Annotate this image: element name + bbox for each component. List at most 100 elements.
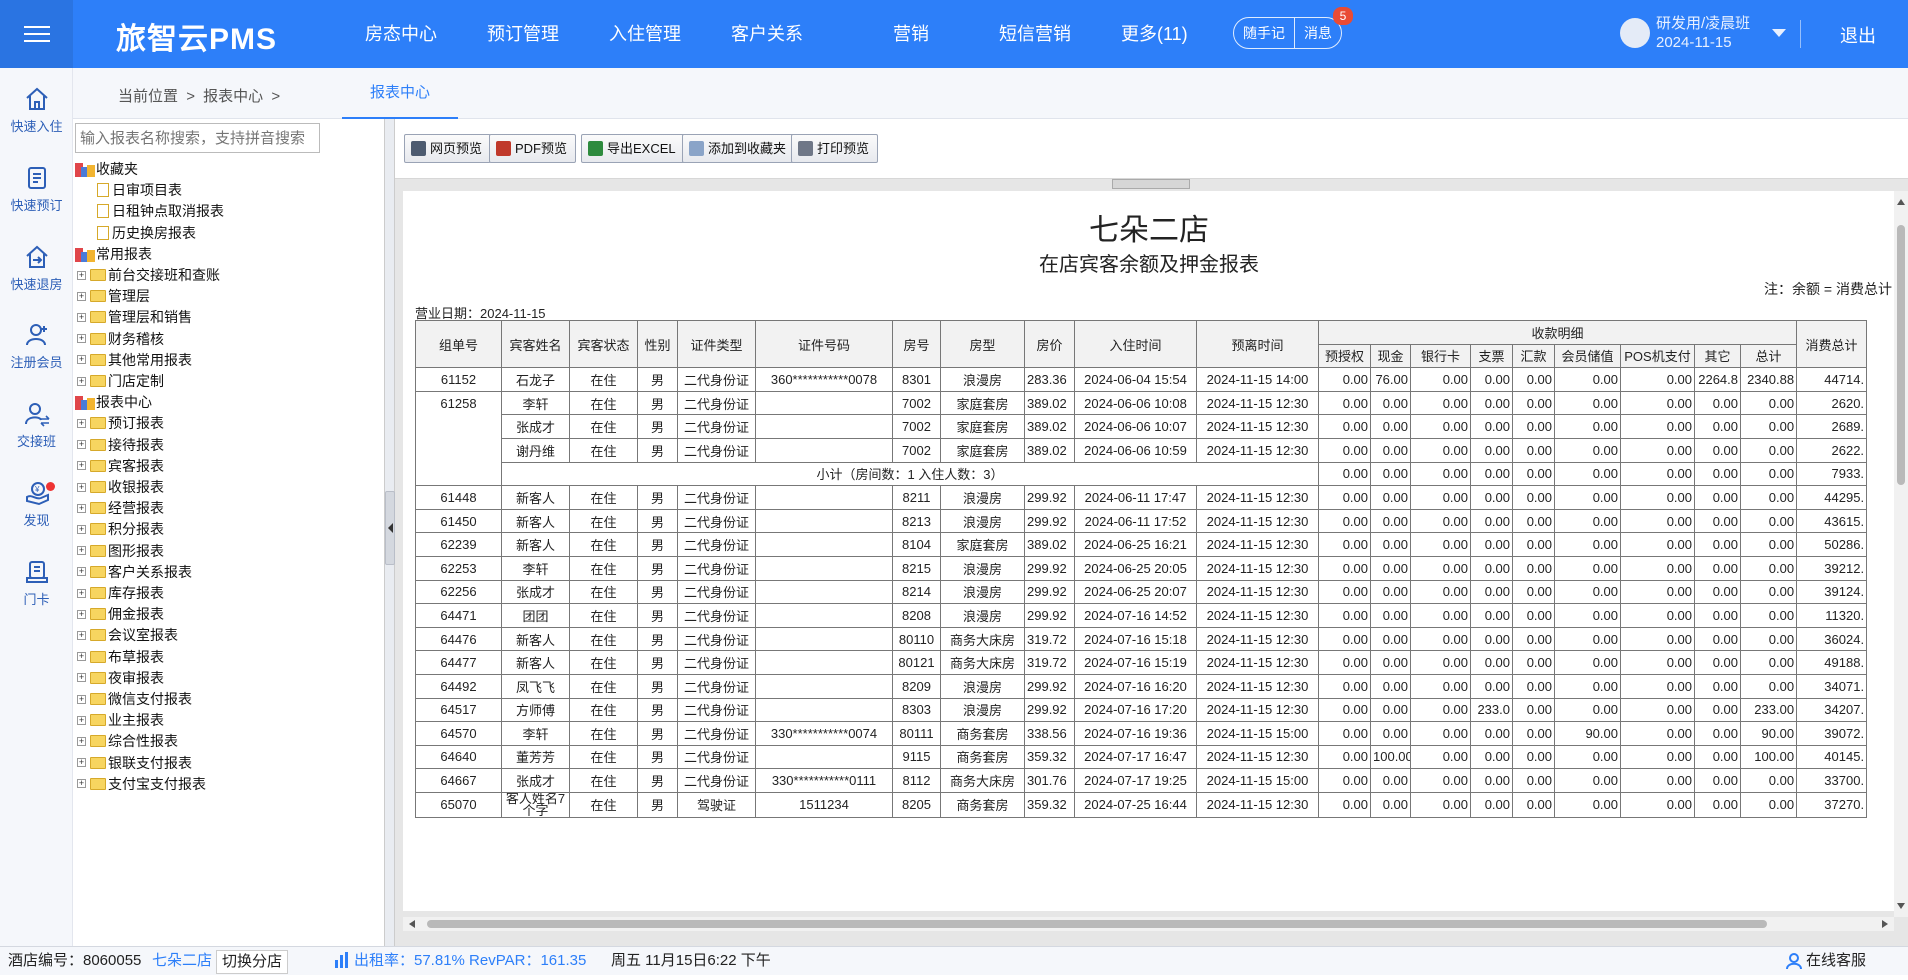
messages-button[interactable]: 消息 bbox=[1295, 18, 1341, 48]
expand-icon[interactable]: + bbox=[77, 376, 86, 386]
notes-button[interactable]: 随手记 bbox=[1234, 18, 1294, 48]
tree-item-folder[interactable]: + 管理层和销售 bbox=[77, 307, 192, 327]
tree-item-folder[interactable]: + 接待报表 bbox=[77, 435, 164, 455]
tree-item-folder[interactable]: + 积分报表 bbox=[77, 519, 164, 539]
tree-item-folder[interactable]: + 夜审报表 bbox=[77, 668, 164, 688]
expand-icon[interactable]: + bbox=[77, 418, 86, 428]
expand-icon[interactable]: + bbox=[77, 334, 86, 344]
collapse-panel-icon[interactable] bbox=[385, 491, 395, 565]
table-row[interactable]: 61448 新客人 在住男二代身份证 8211 浪漫房 299.92 2024-06-11 … bbox=[415, 485, 1868, 510]
tree-item-folder[interactable]: + 其他常用报表 bbox=[77, 350, 192, 370]
table-row[interactable]: 64517 方师傅 在住男二代身份证 8303 浪漫房 299.92 2024-07-16 … bbox=[415, 697, 1868, 723]
tree-item-folder[interactable]: + 库存报表 bbox=[77, 583, 164, 603]
expand-icon[interactable]: + bbox=[77, 482, 86, 492]
tree-item-folder[interactable]: + 银联支付报表 bbox=[77, 753, 192, 773]
shift-handover-button[interactable]: 交接班 bbox=[0, 401, 73, 450]
discover-button[interactable]: ¥ 发现 bbox=[0, 480, 73, 529]
panel-splitter[interactable] bbox=[385, 119, 395, 946]
table-row[interactable]: 61450 新客人 在住男二代身份证 8213 浪漫房 299.92 2024-06-11 … bbox=[415, 508, 1868, 534]
tree-item-report[interactable]: 日审项目表 bbox=[97, 180, 182, 200]
breadcrumb-item-reports[interactable]: 报表中心 bbox=[203, 88, 263, 105]
table-row[interactable]: 64640 董芳芳 在住男二代身份证 9115 商务套房 359.32 2024-07-17… bbox=[415, 744, 1868, 770]
quick-checkout-button[interactable]: 快速退房 bbox=[0, 244, 73, 293]
menu-toggle-icon[interactable] bbox=[0, 0, 73, 68]
add-to-favorites-button[interactable]: 添加到收藏夹 bbox=[682, 134, 796, 163]
column-header[interactable]: 预授权 bbox=[1318, 343, 1371, 369]
nav-checkin[interactable]: 入住管理 bbox=[584, 0, 706, 68]
nav-room-status[interactable]: 房态中心 bbox=[340, 0, 462, 68]
table-row[interactable]: 62253 李轩 在住男二代身份证 8215 浪漫房 299.92 2024-06-25 2… bbox=[415, 555, 1868, 581]
expand-icon[interactable]: + bbox=[77, 736, 86, 746]
column-header[interactable]: 性别 bbox=[637, 319, 678, 369]
collapse-toolbar-icon[interactable] bbox=[1112, 179, 1190, 189]
table-row[interactable]: 64570 李轩 在住男二代身份证 330***********0074 80111 商务… bbox=[415, 721, 1868, 746]
column-header[interactable]: 宾客姓名 bbox=[501, 319, 570, 369]
column-header[interactable]: 入住时间 bbox=[1074, 319, 1197, 369]
pdf-preview-button[interactable]: PDF预览 bbox=[489, 134, 577, 163]
table-row[interactable]: 61258 李轩 在住男二代身份证 7002 家庭套房 389.02 2024-06-06 … bbox=[415, 390, 1868, 487]
tree-item-folder[interactable]: + 预订报表 bbox=[77, 413, 164, 433]
web-preview-button[interactable]: 网页预览 bbox=[404, 134, 492, 163]
column-header[interactable]: 组单号 bbox=[415, 319, 502, 369]
tree-item-folder[interactable]: + 财务稽核 bbox=[77, 329, 164, 349]
expand-icon[interactable]: + bbox=[77, 503, 86, 513]
tab-report-center[interactable]: 报表中心 bbox=[342, 68, 458, 119]
nav-more[interactable]: 更多(11) bbox=[1096, 0, 1213, 68]
table-row[interactable]: 谢丹维 在住男二代身份证 7002 家庭套房 389.02 2024-06-06 10:5… bbox=[416, 437, 1868, 463]
column-header[interactable]: 汇款 bbox=[1512, 343, 1555, 369]
expand-icon[interactable]: + bbox=[77, 715, 86, 725]
column-header[interactable]: 现金 bbox=[1370, 343, 1411, 369]
expand-icon[interactable]: + bbox=[77, 355, 86, 365]
hotel-name[interactable]: 七朵二店 bbox=[152, 947, 212, 975]
expand-icon[interactable]: + bbox=[77, 291, 86, 301]
logout-button[interactable]: 退出 bbox=[1840, 22, 1876, 48]
nav-sms-marketing[interactable]: 短信营销 bbox=[974, 0, 1096, 68]
tree-root-common[interactable]: 常用报表 bbox=[75, 244, 152, 264]
nav-reservations[interactable]: 预订管理 bbox=[462, 0, 584, 68]
tree-item-folder[interactable]: + 佣金报表 bbox=[77, 604, 164, 624]
table-row[interactable]: 64476 新客人 在住男二代身份证 80110 商务大床房 319.72 2024-07-… bbox=[415, 626, 1868, 652]
expand-icon[interactable]: + bbox=[77, 567, 86, 577]
nav-customer-relations[interactable]: 客户关系 bbox=[706, 0, 848, 68]
nav-marketing[interactable]: 营销 bbox=[848, 0, 974, 68]
tree-item-folder[interactable]: + 收银报表 bbox=[77, 477, 164, 497]
print-preview-button[interactable]: 打印预览 bbox=[791, 134, 879, 163]
table-row[interactable]: 65070 客人姓名7个字 在住男驾驶证 1511234 8205 商务套房 359.32 2… bbox=[415, 791, 1868, 818]
expand-icon[interactable]: + bbox=[77, 609, 86, 619]
tree-item-folder[interactable]: + 综合性报表 bbox=[77, 731, 178, 751]
tree-item-folder[interactable]: + 门店定制 bbox=[77, 371, 164, 391]
tree-item-folder[interactable]: + 经营报表 bbox=[77, 498, 164, 518]
export-excel-button[interactable]: 导出EXCEL bbox=[581, 134, 685, 163]
tree-item-folder[interactable]: + 会议室报表 bbox=[77, 625, 178, 645]
column-header[interactable]: 消费总计 bbox=[1796, 319, 1868, 369]
column-header[interactable]: 房价 bbox=[1024, 319, 1075, 369]
chevron-down-icon[interactable] bbox=[1772, 29, 1787, 37]
column-header[interactable]: 支票 bbox=[1470, 343, 1513, 369]
expand-icon[interactable]: + bbox=[77, 524, 86, 534]
table-row[interactable]: 64492 凤飞飞 在住男二代身份证 8209 浪漫房 299.92 2024-07-16 … bbox=[415, 673, 1868, 699]
table-row[interactable]: 64477 新客人 在住男二代身份证 80121 商务大床房 319.72 2024-07-… bbox=[415, 650, 1868, 675]
table-row[interactable]: 61152 石龙子 在住男二代身份证 360***********0078 8301 浪漫… bbox=[415, 367, 1868, 392]
tree-item-folder[interactable]: + 支付宝支付报表 bbox=[77, 774, 206, 794]
column-header[interactable]: 证件类型 bbox=[677, 319, 756, 369]
tree-item-folder[interactable]: + 前台交接班和查账 bbox=[77, 265, 220, 285]
column-header[interactable]: 预离时间 bbox=[1196, 319, 1319, 369]
report-search-input[interactable] bbox=[75, 123, 320, 153]
column-header[interactable]: 证件号码 bbox=[755, 319, 893, 369]
table-row[interactable]: 62239 新客人 在住男二代身份证 8104 家庭套房 389.02 2024-06-25… bbox=[415, 532, 1868, 557]
column-header[interactable]: POS机支付 bbox=[1620, 343, 1695, 369]
column-header[interactable]: 总计 bbox=[1739, 343, 1798, 369]
tree-item-report[interactable]: 日租钟点取消报表 bbox=[97, 201, 224, 221]
tree-item-report[interactable]: 历史换房报表 bbox=[97, 223, 196, 243]
tree-item-folder[interactable]: + 微信支付报表 bbox=[77, 689, 192, 709]
column-header[interactable]: 宾客状态 bbox=[569, 319, 638, 369]
quick-booking-button[interactable]: 快速预订 bbox=[0, 165, 73, 214]
tree-item-folder[interactable]: + 图形报表 bbox=[77, 541, 164, 561]
tree-item-folder[interactable]: + 业主报表 bbox=[77, 710, 164, 730]
table-row[interactable]: 62256 张成才 在住男二代身份证 8214 浪漫房 299.92 2024-06-25 … bbox=[415, 579, 1868, 605]
room-card-button[interactable]: 门卡 bbox=[0, 559, 73, 608]
tree-item-folder[interactable]: + 客户关系报表 bbox=[77, 562, 192, 582]
register-member-button[interactable]: 注册会员 bbox=[0, 322, 73, 371]
user-menu[interactable]: 研发用/凌晨班 2024-11-15 bbox=[1620, 14, 1787, 52]
tree-item-folder[interactable]: + 宾客报表 bbox=[77, 456, 164, 476]
